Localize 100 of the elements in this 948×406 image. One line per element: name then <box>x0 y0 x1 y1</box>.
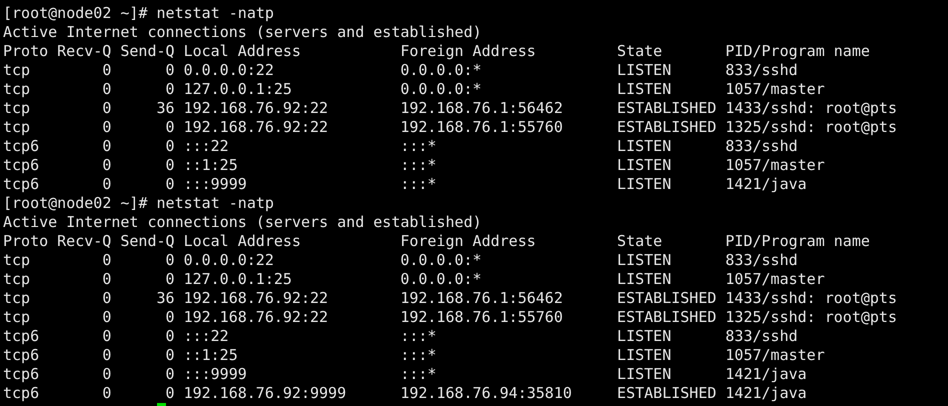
table-cell-text: 0.0.0.0:* <box>400 61 483 80</box>
table-cell-text: 0 <box>101 384 112 403</box>
table-cell-text: 192.168.76.92:22 <box>182 308 330 327</box>
table-cell-text: 0 <box>164 308 175 327</box>
table-cell-text: 0 <box>164 384 175 403</box>
table-cell-text: 127.0.0.1:25 <box>182 80 293 99</box>
column-header: Recv-Q <box>56 232 112 251</box>
table-cell-text: tcp <box>3 270 32 289</box>
table-cell-text: LISTEN <box>617 365 672 384</box>
table-cell-text: tcp <box>3 251 32 270</box>
table-cell-text: 1325/sshd: root@pts <box>725 118 898 137</box>
table-cell-text: 0.0.0.0:22 <box>182 61 275 80</box>
table-cell-text: :::* <box>400 327 438 346</box>
table-cell-text: 192.168.76.94:35810 <box>400 384 573 403</box>
column-header: Foreign Address <box>400 232 537 251</box>
table-cell-text: 0 <box>164 327 175 346</box>
column-header: Foreign Address <box>400 42 537 61</box>
table-cell-text: 833/sshd <box>725 61 799 80</box>
table-cell-text: 0 <box>164 251 175 270</box>
table-cell-text: tcp6 <box>3 384 40 403</box>
table-cell-text: 0 <box>164 365 175 384</box>
table-cell-text: :::22 <box>182 137 230 156</box>
table-cell-text: tcp <box>3 289 32 308</box>
table-cell-text: ESTABLISHED <box>617 99 718 118</box>
output-title: Active Internet connections (servers and established) <box>3 213 482 232</box>
table-cell-text: 192.168.76.92:22 <box>182 289 330 308</box>
table-cell-text: LISTEN <box>617 80 672 99</box>
table-cell-text: 0 <box>164 61 175 80</box>
table-cell-text: 1057/master <box>725 270 826 289</box>
table-cell-text: 192.168.76.92:22 <box>182 118 330 137</box>
table-cell-text: 0 <box>101 270 112 289</box>
table-cell-text: tcp6 <box>3 137 40 156</box>
shell-prompt: [root@node02 ~]# <box>3 194 148 213</box>
column-header: PID/Program name <box>725 232 871 251</box>
table-cell-text: tcp <box>3 99 32 118</box>
table-cell-text: 0 <box>101 308 112 327</box>
table-cell-text: tcp6 <box>3 175 40 194</box>
table-cell-text: ::1:25 <box>182 346 239 365</box>
table-cell-text: 0 <box>101 99 112 118</box>
column-header: Recv-Q <box>56 42 112 61</box>
column-header: Local Address <box>182 232 302 251</box>
table-cell-text: LISTEN <box>617 156 672 175</box>
table-cell-text: 1325/sshd: root@pts <box>725 308 898 327</box>
table-cell-text: 833/sshd <box>725 327 799 346</box>
table-cell-text: :::9999 <box>182 175 248 194</box>
table-cell-text: 36 <box>155 99 175 118</box>
table-cell-text: 0.0.0.0:* <box>400 270 483 289</box>
table-cell-text: tcp6 <box>3 156 40 175</box>
table-cell-text: 0 <box>101 61 112 80</box>
table-cell-text: 36 <box>155 289 175 308</box>
table-cell-text: 1057/master <box>725 346 826 365</box>
table-cell-text: 0.0.0.0:22 <box>182 251 275 270</box>
table-cell-text: :::9999 <box>182 365 248 384</box>
column-header: State <box>617 42 664 61</box>
column-header: Proto <box>3 232 48 251</box>
table-cell-text: 0 <box>101 251 112 270</box>
table-cell-text: 0 <box>101 365 112 384</box>
table-cell-text: ESTABLISHED <box>617 308 718 327</box>
table-cell-text: 1057/master <box>725 80 826 99</box>
table-cell-text: 127.0.0.1:25 <box>182 270 293 289</box>
table-cell-text: 0 <box>164 175 175 194</box>
table-cell-text: tcp <box>3 61 32 80</box>
table-cell-text: :::22 <box>182 327 230 346</box>
table-cell-text: tcp6 <box>3 327 40 346</box>
table-cell-text: 0 <box>101 137 112 156</box>
column-header: Local Address <box>182 42 302 61</box>
column-header: Proto <box>3 42 48 61</box>
command-text: netstat -natp <box>156 194 274 213</box>
table-cell-text: 0 <box>101 175 112 194</box>
table-cell-text: 0 <box>164 80 175 99</box>
table-cell-text: LISTEN <box>617 270 672 289</box>
table-cell-text: 0 <box>164 156 175 175</box>
table-cell-text: :::* <box>400 137 438 156</box>
table-cell-text: 0 <box>101 327 112 346</box>
table-cell-text: LISTEN <box>617 137 672 156</box>
table-cell-text: 0 <box>101 80 112 99</box>
table-cell-text: 1057/master <box>725 156 826 175</box>
table-cell-text: 1421/java <box>725 175 808 194</box>
table-cell-text: tcp6 <box>3 346 40 365</box>
column-header: PID/Program name <box>725 42 871 61</box>
table-cell-text: 0.0.0.0:* <box>400 251 483 270</box>
output-title: Active Internet connections (servers and established) <box>3 23 482 42</box>
table-cell-text: LISTEN <box>617 327 672 346</box>
column-header: Send-Q <box>119 42 175 61</box>
table-cell-text: 192.168.76.1:56462 <box>400 289 564 308</box>
table-cell-text: 833/sshd <box>725 251 799 270</box>
table-cell-text: ESTABLISHED <box>617 289 718 308</box>
table-cell-text: ESTABLISHED <box>617 384 718 403</box>
column-header: State <box>617 232 664 251</box>
table-cell-text: 0 <box>164 270 175 289</box>
table-cell-text: 0 <box>101 118 112 137</box>
table-cell-text: :::* <box>400 365 438 384</box>
table-cell-text: 1421/java <box>725 365 808 384</box>
table-cell-text: :::* <box>400 156 438 175</box>
table-cell-text: 0 <box>164 137 175 156</box>
table-cell-text: 192.168.76.1:56462 <box>400 99 564 118</box>
table-cell-text: 833/sshd <box>725 137 799 156</box>
table-cell-text: 192.168.76.92:9999 <box>182 384 348 403</box>
table-cell-text: LISTEN <box>617 346 672 365</box>
table-cell-text: 192.168.76.92:22 <box>182 99 330 118</box>
